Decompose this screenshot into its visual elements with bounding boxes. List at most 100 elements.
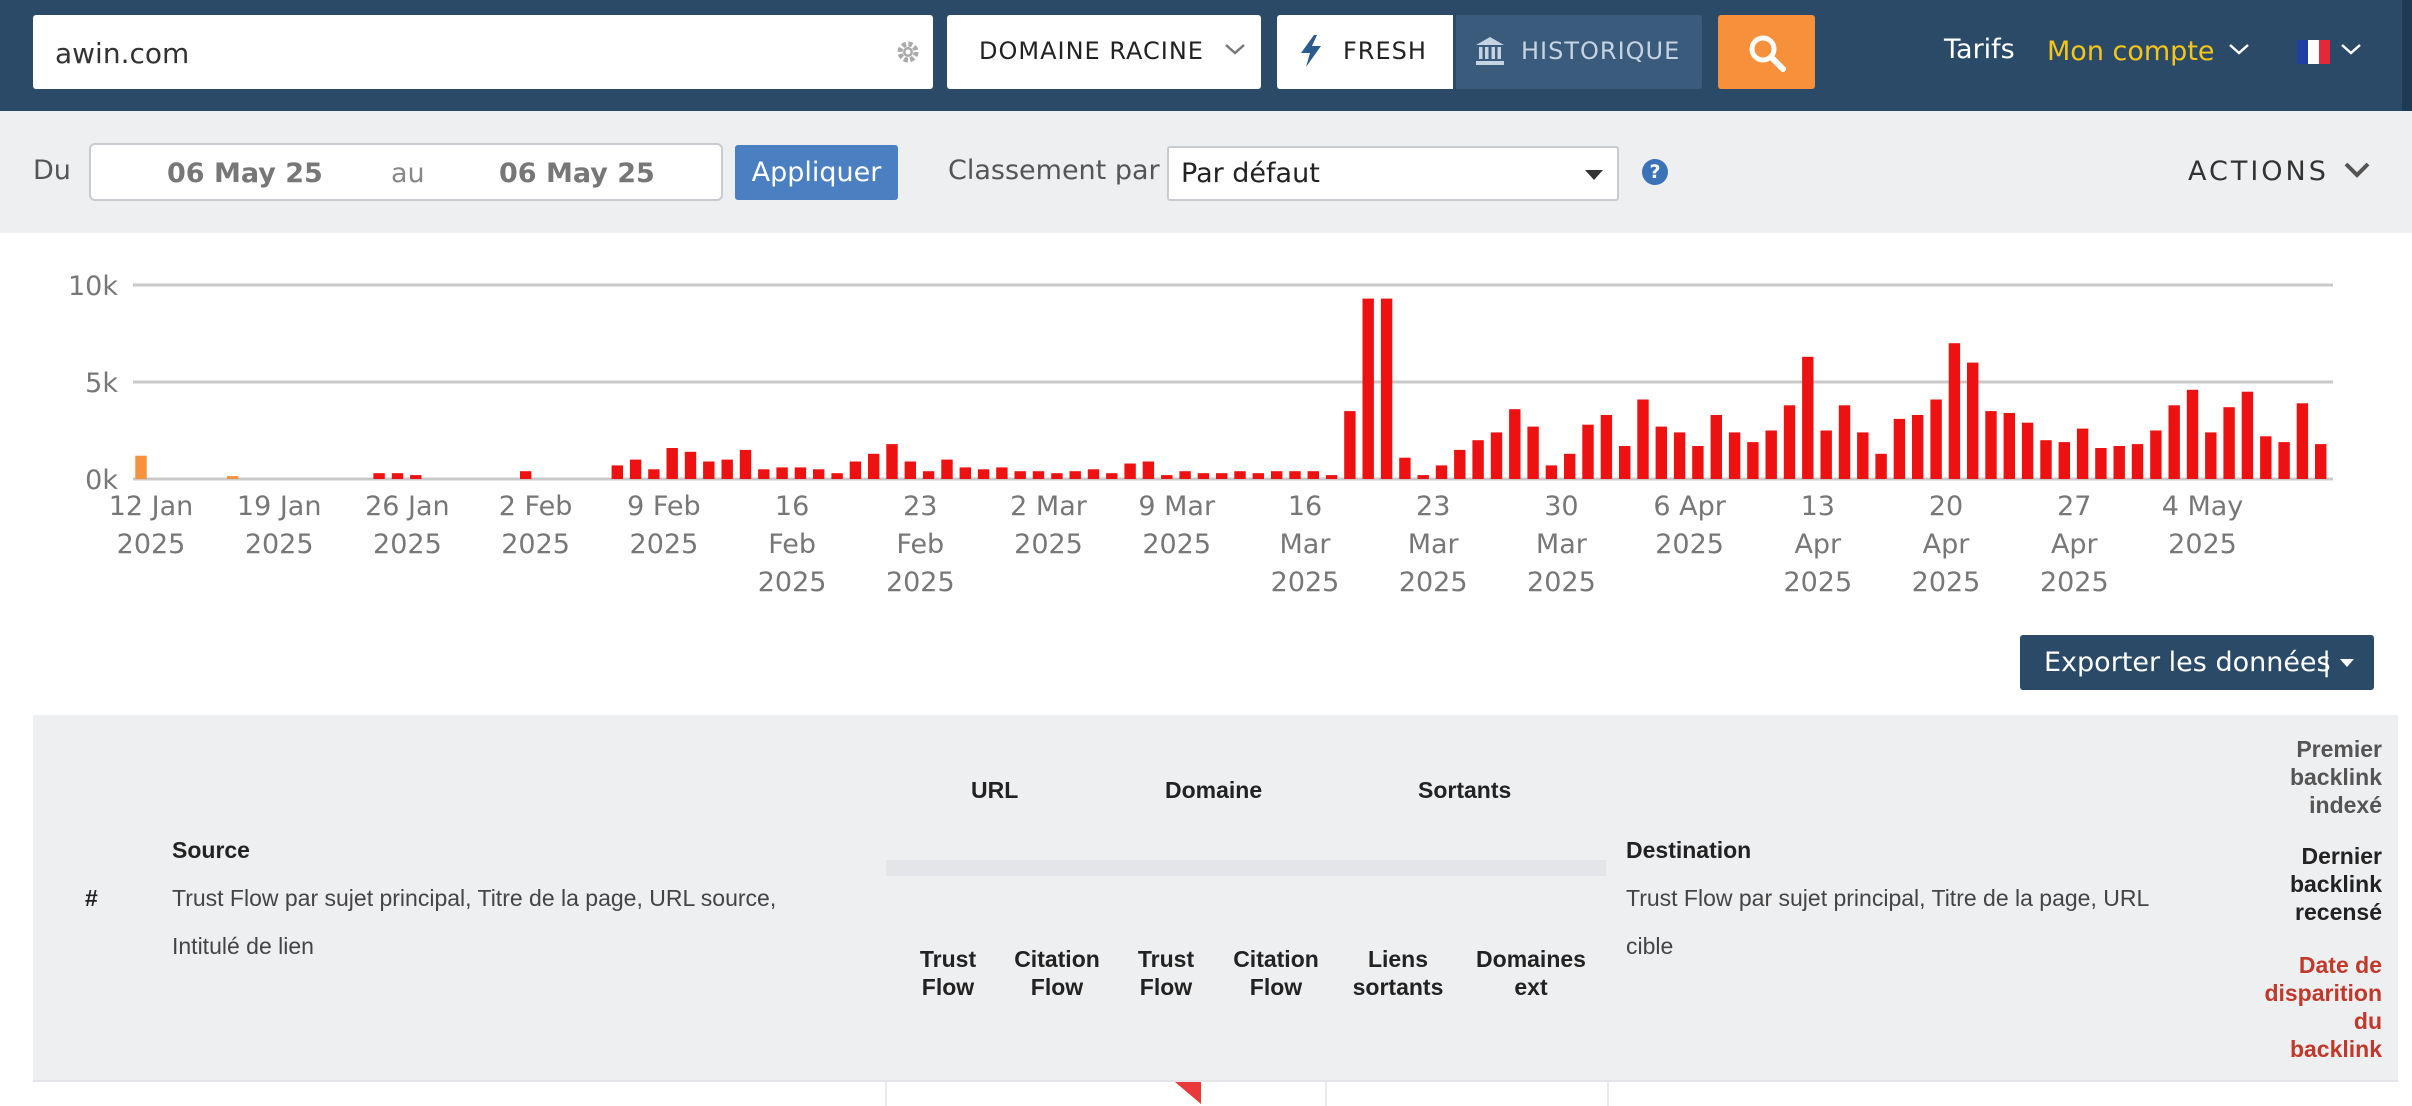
chart-bar[interactable] [666, 448, 678, 479]
chart-bar[interactable] [2278, 442, 2290, 479]
date-range-picker[interactable]: 06 May 25 au 06 May 25 [89, 143, 723, 201]
apply-button[interactable]: Appliquer [735, 145, 898, 200]
chart-bar[interactable] [1399, 457, 1411, 479]
chart-bar[interactable] [1545, 465, 1558, 479]
chart-bar[interactable] [1765, 430, 1777, 480]
chart-bar[interactable] [1985, 411, 1997, 479]
chart-bar[interactable] [1234, 471, 1246, 479]
chart-bar[interactable] [1893, 418, 1906, 479]
chart-bar[interactable] [2040, 440, 2052, 479]
chart-bar[interactable] [739, 449, 752, 479]
chart-bar[interactable] [410, 475, 422, 479]
chart-bar[interactable] [1637, 399, 1649, 480]
chart-bar[interactable] [758, 469, 770, 479]
chart-bar[interactable] [868, 453, 880, 479]
chart-bar[interactable] [1417, 475, 1429, 479]
chart-bar[interactable] [794, 467, 807, 479]
url-citation-flow-header[interactable]: Citation Flow [1004, 945, 1110, 1001]
chart-bar[interactable] [977, 469, 990, 479]
chart-bar[interactable] [1967, 362, 1979, 479]
chart-bar[interactable] [226, 476, 239, 479]
chart-bar[interactable] [1051, 473, 1063, 479]
chart-bar[interactable] [1783, 405, 1796, 479]
chart-bar[interactable] [2296, 403, 2309, 479]
chart-bar[interactable] [1161, 475, 1173, 479]
domain-trust-flow-header[interactable]: Trust Flow [1113, 945, 1219, 1001]
gear-icon[interactable] [893, 37, 923, 67]
chart-bar[interactable] [2076, 428, 2089, 479]
chart-bar[interactable] [2058, 442, 2070, 479]
chevron-down-icon[interactable] [2343, 161, 2371, 179]
chart-bar[interactable] [391, 473, 404, 479]
chart-bar[interactable] [2113, 446, 2125, 479]
chart-bar[interactable] [629, 459, 642, 479]
chart-bar[interactable] [703, 461, 715, 480]
chart-bar[interactable] [611, 465, 623, 479]
outgoing-links-header[interactable]: Liens sortants [1333, 945, 1463, 1001]
chart-bar[interactable] [831, 473, 843, 479]
chart-bar[interactable] [1820, 430, 1832, 480]
chart-bar[interactable] [721, 459, 733, 479]
chart-bar[interactable] [1728, 432, 1741, 479]
chart-bar[interactable] [1014, 471, 1026, 479]
chart-bar[interactable] [1344, 411, 1356, 479]
chevron-down-icon[interactable] [2228, 42, 2250, 56]
chart-bar[interactable] [1673, 432, 1686, 479]
chart-bar[interactable] [1838, 405, 1851, 479]
chart-bar[interactable] [2131, 444, 2144, 479]
chart-bar[interactable] [1857, 432, 1869, 479]
chart-bar[interactable] [1197, 473, 1210, 479]
sort-select[interactable]: Par défaut [1167, 146, 1619, 201]
chart-bar[interactable] [1380, 298, 1393, 479]
chart-bar[interactable] [1912, 415, 1924, 479]
chart-bar[interactable] [2003, 413, 2015, 479]
chart-bar[interactable] [648, 469, 660, 479]
chart-bar[interactable] [1930, 399, 1942, 480]
external-domains-header[interactable]: Domaines ext [1466, 945, 1596, 1001]
chart-bar[interactable] [2150, 430, 2162, 480]
caret-down-icon[interactable] [2340, 659, 2354, 667]
chart-bar[interactable] [1472, 440, 1484, 479]
chart-bar[interactable] [996, 467, 1008, 479]
help-icon[interactable]: ? [1642, 159, 1668, 185]
chart-bar[interactable] [959, 467, 971, 479]
scope-select[interactable]: DOMAINE RACINE [947, 15, 1261, 89]
chart-bar[interactable] [520, 471, 532, 479]
account-link[interactable]: Mon compte [2047, 36, 2215, 67]
chart-bar[interactable] [1509, 409, 1521, 479]
chart-bar[interactable] [813, 469, 825, 479]
export-data-button[interactable]: Exporter les données | [2020, 635, 2374, 690]
lost-date-header[interactable]: Date de disparition du backlink [2264, 951, 2382, 1063]
chart-bar[interactable] [1655, 426, 1667, 479]
chart-bar[interactable] [1307, 471, 1319, 479]
chart-bar[interactable] [1692, 446, 1704, 479]
chart-bar[interactable] [1454, 449, 1466, 479]
chart-bar[interactable] [1948, 343, 1961, 479]
chart-bar[interactable] [373, 473, 385, 479]
destination-header[interactable]: Destination [1626, 837, 1751, 864]
chart-bar[interactable] [1289, 471, 1301, 479]
source-header[interactable]: Source [172, 837, 250, 864]
chart-bar[interactable] [1032, 471, 1045, 479]
chart-bar[interactable] [1875, 453, 1887, 479]
chart-bar[interactable] [922, 471, 935, 479]
chart-bar[interactable] [1582, 424, 1594, 479]
chart-bar[interactable] [1435, 465, 1448, 479]
last-seen-header[interactable]: Dernier backlink recensé [2290, 842, 2382, 926]
actions-menu[interactable]: ACTIONS [2188, 156, 2329, 187]
chart-bar[interactable] [2021, 422, 2034, 479]
chart-bar[interactable] [1179, 471, 1191, 479]
chart-bar[interactable] [2223, 407, 2235, 479]
chart-bar[interactable] [2260, 436, 2272, 479]
fresh-index-button[interactable]: FRESH [1277, 15, 1453, 89]
chart-bar[interactable] [2095, 448, 2107, 479]
search-input[interactable] [53, 15, 877, 91]
chart-bar[interactable] [1564, 453, 1576, 479]
chart-bar[interactable] [1802, 356, 1814, 479]
chart-bar[interactable] [1106, 473, 1118, 479]
pricing-link[interactable]: Tarifs [1944, 34, 2015, 65]
chart-bar[interactable] [1124, 463, 1136, 480]
chart-bar[interactable] [1087, 469, 1100, 479]
chevron-down-icon[interactable] [2340, 42, 2362, 56]
chart-bar[interactable] [1747, 442, 1759, 479]
